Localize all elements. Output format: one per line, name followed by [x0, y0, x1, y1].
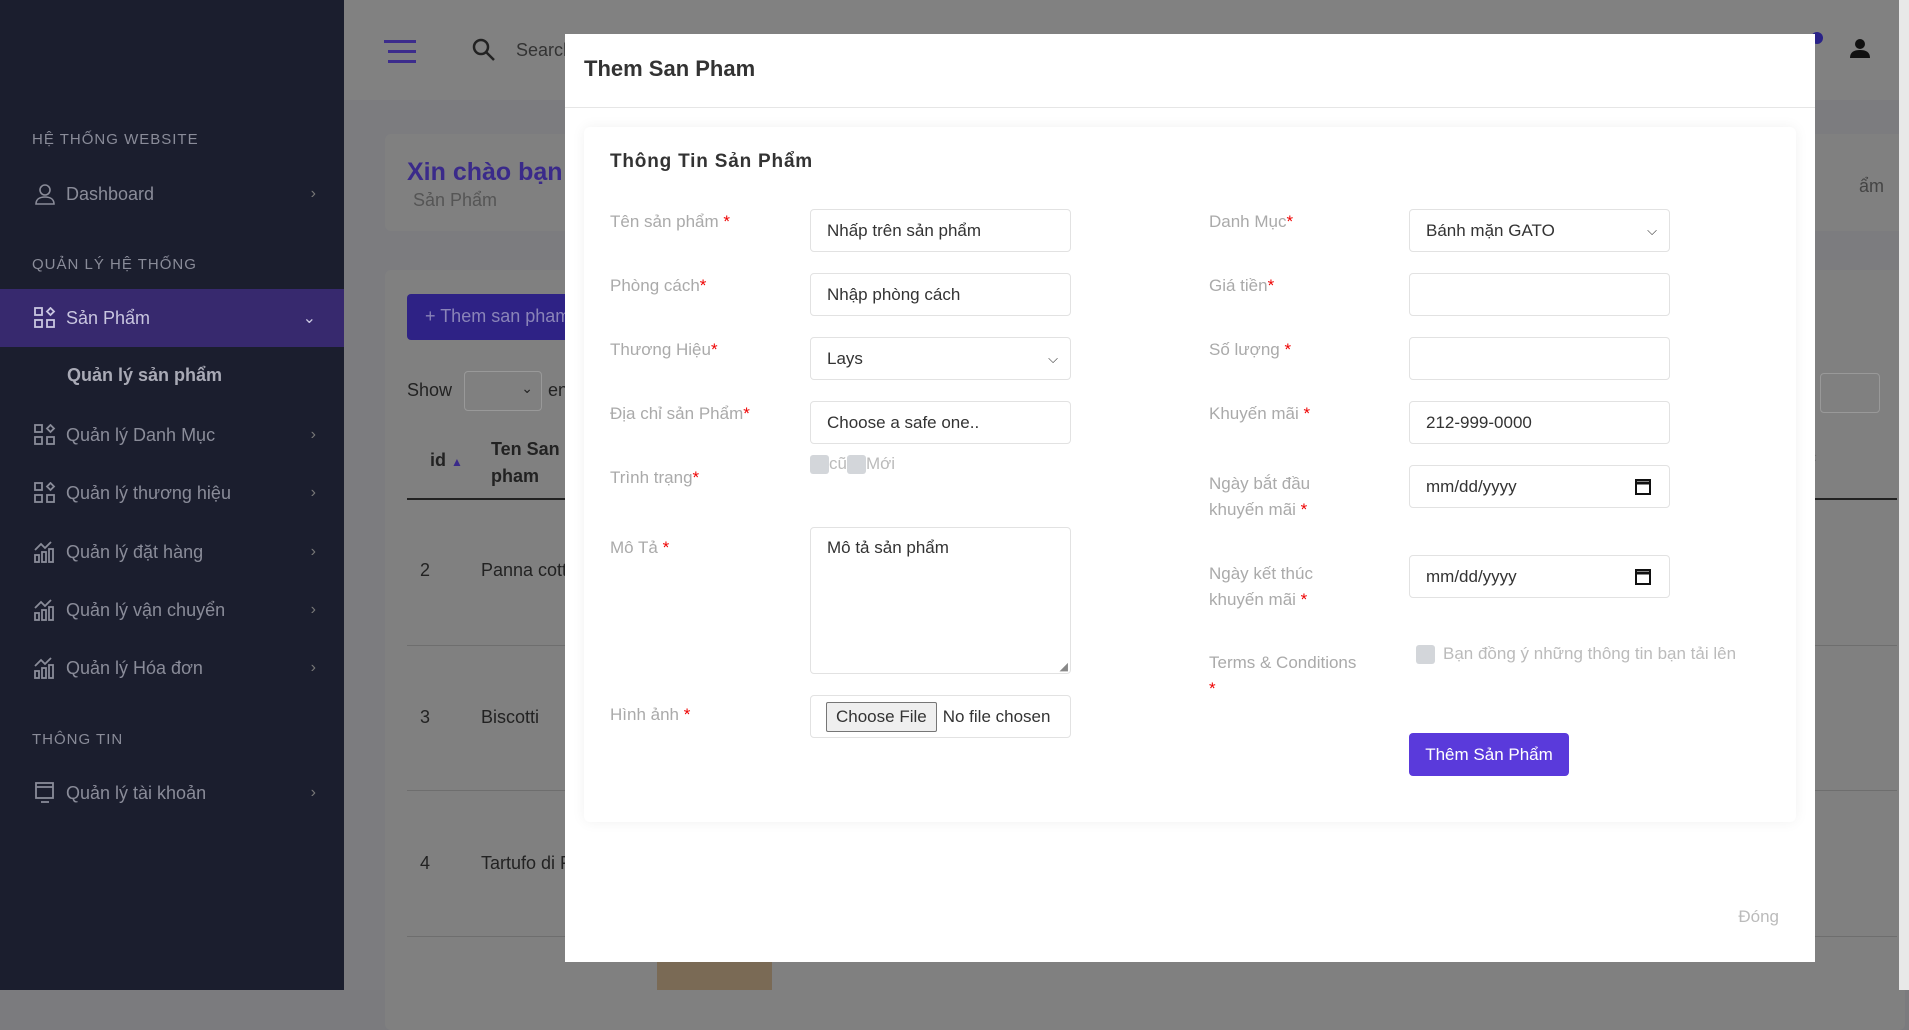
- condition-old-checkbox[interactable]: [810, 455, 829, 475]
- chevron-right-icon: ›: [310, 784, 316, 801]
- terms-checkbox[interactable]: [1416, 645, 1435, 665]
- breadcrumb: ẩm: [1859, 176, 1885, 196]
- sidebar-item-label: Quản lý Danh Mục: [66, 424, 216, 445]
- sidebar-item-label: Quản lý Hóa đơn: [66, 657, 203, 678]
- sidebar-item-label: Sản Phẩm: [66, 307, 151, 328]
- calendar-icon[interactable]: [1635, 567, 1651, 590]
- form-title: Thông Tin Sản Phẩm: [610, 151, 813, 172]
- modal-title: Them San Pham: [584, 56, 756, 81]
- chart-icon: [34, 599, 56, 621]
- sidebar-subitem-quan-ly-san-pham[interactable]: Quản lý sản phẩm: [67, 365, 222, 386]
- resize-handle-icon[interactable]: ◢: [1060, 660, 1068, 673]
- chevron-down-icon: ⌵: [1048, 350, 1058, 366]
- label-ngay-ket-thuc: Ngày kết thúc khuyến mãi *: [1209, 564, 1313, 609]
- terms-row: Bạn đồng ý những thông tin bạn tải lên: [1416, 644, 1736, 665]
- label-ten-san-pham: Tên sản phẩm *: [610, 212, 731, 231]
- image-file-input[interactable]: Choose File No file chosen: [810, 695, 1071, 738]
- page-title: Xin chào bạn: [407, 158, 563, 186]
- label-tinh-trang: Trình trạng*: [610, 468, 700, 487]
- label-terms: Terms & Conditions *: [1209, 653, 1357, 698]
- chevron-right-icon: ›: [310, 185, 316, 202]
- column-header-name[interactable]: Ten San pham: [491, 436, 571, 490]
- label-gia-tien: Giá tiền*: [1209, 276, 1275, 295]
- label-ngay-bat-dau: Ngày bắt đầu khuyến mãi *: [1209, 474, 1311, 519]
- sidebar-item-dashboard[interactable]: Dashboard ›: [0, 165, 344, 223]
- sidebar-item-label: Quản lý đặt hàng: [66, 541, 204, 562]
- product-name-input[interactable]: Nhấp trên sản phẩm: [810, 209, 1071, 252]
- sidebar-item-danh-muc[interactable]: Quản lý Danh Mục ›: [0, 406, 344, 464]
- entries-select[interactable]: ⌄: [464, 371, 542, 411]
- label-mo-ta: Mô Tả *: [610, 538, 670, 557]
- label-so-luong: Số lượng *: [1209, 340, 1292, 359]
- label-thuong-hieu: Thương Hiệu*: [610, 340, 718, 359]
- label-danh-muc: Danh Mục*: [1209, 212, 1294, 231]
- page-subtitle: Sản Phẩm: [413, 190, 498, 210]
- choose-file-button[interactable]: Choose File: [826, 701, 937, 732]
- close-button[interactable]: Đóng: [1738, 907, 1779, 927]
- sidebar: HỆ THỐNG WEBSITE Dashboard › QUẢN LÝ HỆ T…: [0, 0, 344, 990]
- monitor-icon: [34, 782, 56, 804]
- show-label: Show: [407, 380, 453, 400]
- section-label: THÔNG TIN: [32, 731, 124, 748]
- section-label: QUẢN LÝ HỆ THỐNG: [32, 256, 197, 273]
- chevron-right-icon: ›: [310, 484, 316, 501]
- section-label: HỆ THỐNG WEBSITE: [32, 131, 199, 148]
- user-icon[interactable]: [1850, 38, 1870, 63]
- quantity-input[interactable]: [1409, 337, 1670, 380]
- sidebar-item-dat-hang[interactable]: Quản lý đặt hàng ›: [0, 523, 344, 581]
- sidebar-item-label: Quản lý tài khoản: [66, 782, 207, 803]
- chevron-right-icon: ›: [310, 543, 316, 560]
- brand-select[interactable]: Lays ⌵: [810, 337, 1071, 380]
- discount-input[interactable]: 212-999-0000: [1409, 401, 1670, 444]
- chevron-right-icon: ›: [310, 601, 316, 618]
- user-icon: [34, 183, 56, 205]
- chart-icon: [34, 657, 56, 679]
- sidebar-item-hoa-don[interactable]: Quản lý Hóa đơn ›: [0, 639, 344, 697]
- condition-options: cũ Mới: [810, 454, 895, 475]
- condition-new-checkbox[interactable]: [846, 455, 866, 475]
- sidebar-item-san-pham[interactable]: Sản Phẩm ⌄: [0, 289, 344, 347]
- address-input[interactable]: Choose a safe one..: [810, 401, 1071, 444]
- start-date-input[interactable]: mm/dd/yyyy: [1409, 465, 1670, 508]
- grid-icon: [34, 424, 56, 446]
- price-input[interactable]: [1409, 273, 1670, 316]
- label-khuyen-mai: Khuyến mãi *: [1209, 404, 1311, 423]
- end-date-input[interactable]: mm/dd/yyyy: [1409, 555, 1670, 598]
- label-phong-cach: Phòng cách*: [610, 276, 707, 295]
- hamburger-menu-icon[interactable]: [384, 38, 416, 69]
- product-thumbnail: [657, 960, 772, 990]
- column-header-id[interactable]: id ▲: [430, 450, 463, 471]
- sort-asc-icon: ▲: [451, 455, 463, 469]
- grid-icon: [34, 307, 56, 329]
- submit-add-product-button[interactable]: Thêm Sản Phẩm: [1409, 733, 1569, 776]
- description-textarea[interactable]: Mô tả sản phẩm ◢: [810, 527, 1071, 674]
- sidebar-item-label: Quản lý vận chuyển: [66, 599, 226, 620]
- search-icon[interactable]: [472, 38, 496, 67]
- chevron-right-icon: ›: [310, 426, 316, 443]
- chevron-right-icon: ›: [310, 659, 316, 676]
- chart-icon: [34, 541, 56, 563]
- form-card: Thông Tin Sản Phẩm Tên sản phẩm * Nhấp t…: [584, 127, 1796, 822]
- chevron-down-icon: ⌄: [521, 380, 533, 396]
- add-product-modal: Them San Pham Thông Tin Sản Phẩm Tên sản…: [565, 34, 1815, 962]
- scrollbar[interactable]: [1899, 0, 1909, 990]
- calendar-icon[interactable]: [1635, 477, 1651, 500]
- table-search-input[interactable]: [1820, 373, 1880, 413]
- sidebar-item-van-chuyen[interactable]: Quản lý vận chuyển ›: [0, 581, 344, 639]
- label-hinh-anh: Hình ảnh *: [610, 705, 691, 724]
- sidebar-item-label: Quản lý thương hiệu: [66, 482, 231, 503]
- chevron-down-icon: ⌄: [302, 310, 316, 327]
- divider: [565, 107, 1815, 108]
- chevron-down-icon: ⌵: [1647, 222, 1657, 238]
- sidebar-item-tai-khoan[interactable]: Quản lý tài khoản ›: [0, 764, 344, 822]
- label-dia-chi: Địa chỉ sản Phẩm*: [610, 404, 750, 423]
- sidebar-item-thuong-hieu[interactable]: Quản lý thương hiệu ›: [0, 464, 344, 522]
- sidebar-item-label: Dashboard: [66, 183, 155, 204]
- grid-icon: [34, 482, 56, 504]
- style-input[interactable]: Nhập phòng cách: [810, 273, 1071, 316]
- category-select[interactable]: Bánh mặn GATO ⌵: [1409, 209, 1670, 252]
